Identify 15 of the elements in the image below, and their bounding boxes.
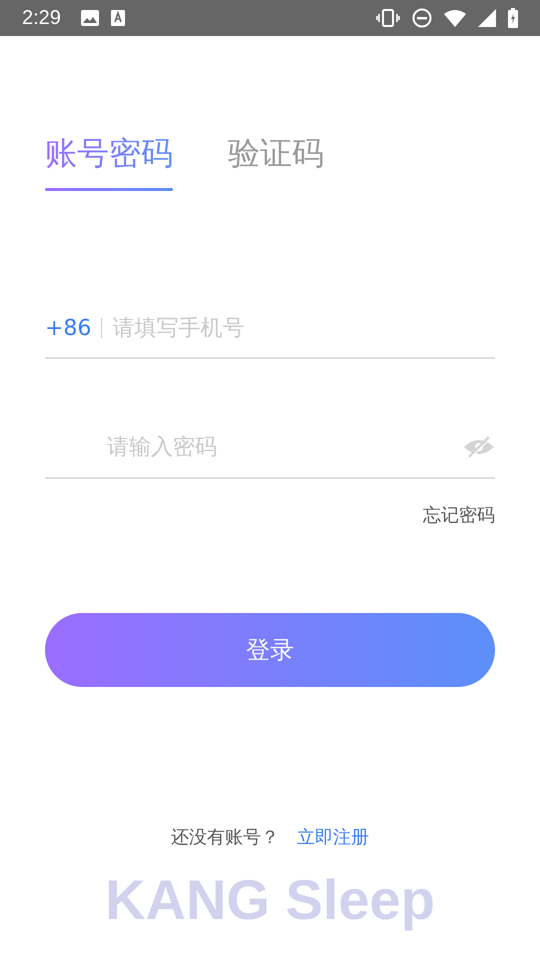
image-icon (80, 10, 99, 26)
register-prompt: 还没有账号？ (171, 826, 279, 849)
tab[interactable]: 验证码 (228, 132, 324, 188)
battery-icon (508, 8, 518, 28)
forgot-password-link[interactable]: 忘记密码 (423, 503, 495, 527)
register-link[interactable]: 立即注册 (297, 825, 369, 849)
font-icon (110, 10, 125, 26)
wifi-icon (444, 9, 466, 27)
do-not-disturb-icon (412, 8, 432, 28)
login-button[interactable]: 登录 (45, 613, 495, 687)
country-code[interactable]: +86 (45, 316, 92, 340)
signal-icon (478, 9, 496, 27)
clock-time: 2:29 (22, 6, 61, 30)
vibrate-icon (376, 9, 400, 27)
eye-slash-icon[interactable] (463, 435, 495, 459)
